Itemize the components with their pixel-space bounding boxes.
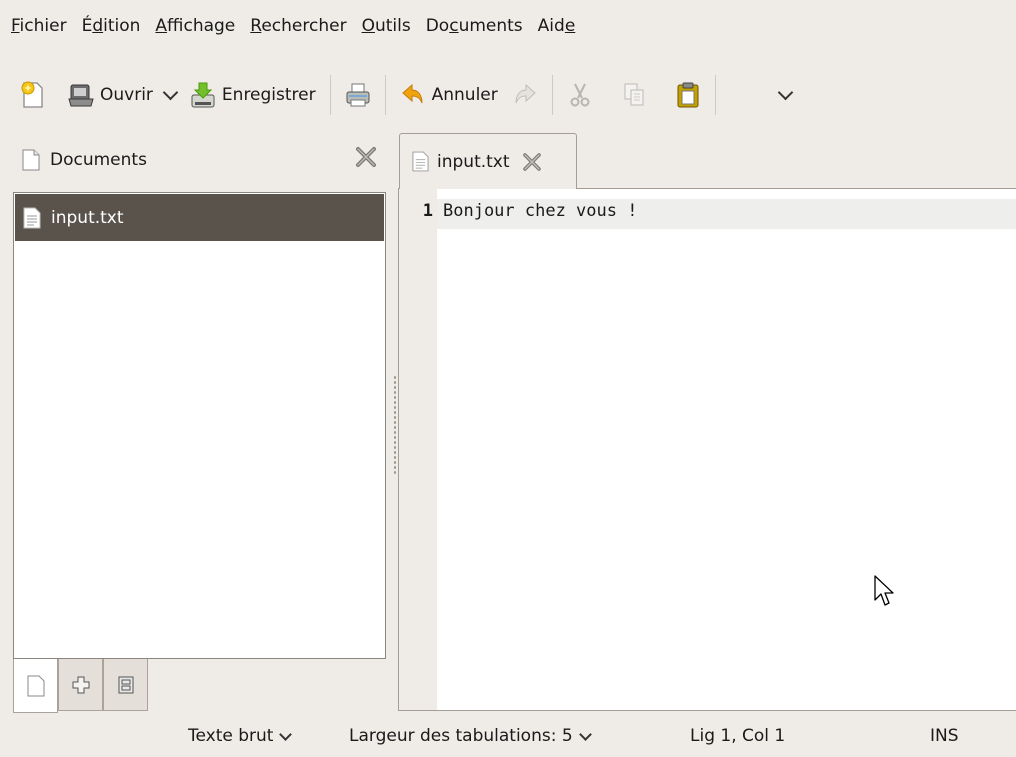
print-button[interactable]: [345, 71, 371, 119]
redo-icon: [515, 83, 536, 104]
toolbar-separator: [551, 75, 553, 115]
editor-tab[interactable]: input.txt: [399, 133, 577, 189]
tab-width-label: Largeur des tabulations: 5: [349, 726, 573, 746]
mouse-pointer-icon: [874, 575, 894, 606]
menu-label: ition: [103, 16, 141, 36]
menu-mnemonic: O: [361, 16, 375, 36]
undo-button[interactable]: Annuler: [400, 71, 498, 119]
menu-label: Aid: [537, 16, 565, 36]
tab-width-selector[interactable]: Largeur des tabulations: 5: [349, 726, 592, 746]
print-icon: [346, 83, 370, 107]
editor-tab-label: input.txt: [437, 151, 510, 172]
text-file-icon: [23, 207, 41, 228]
plus-icon: [72, 676, 89, 693]
paste-button[interactable]: [675, 71, 701, 119]
undo-button-label: Annuler: [431, 85, 498, 105]
cut-button[interactable]: [567, 71, 593, 119]
open-folder-icon: [68, 84, 94, 107]
new-document-button[interactable]: [20, 71, 46, 119]
menu-documents[interactable]: Documents: [425, 12, 524, 40]
menu-mnemonic: c: [449, 16, 459, 36]
status-bar: Texte brut Largeur des tabulations: 5 Li…: [0, 716, 1016, 757]
menu-mnemonic: F: [11, 16, 20, 36]
text-file-icon: [412, 151, 429, 172]
menu-mnemonic: d: [92, 16, 104, 36]
tab-documents[interactable]: [13, 659, 58, 713]
menu-rechercher[interactable]: Rechercher: [249, 12, 347, 40]
toolbar-separator: [329, 75, 331, 115]
cut-icon: [570, 83, 590, 107]
menu-label: Do: [425, 16, 450, 36]
menu-fichier[interactable]: Fichier: [10, 12, 68, 40]
toolbar-overflow-chevron-icon[interactable]: [777, 84, 794, 100]
menu-mnemonic: R: [250, 16, 262, 36]
document-list-item[interactable]: input.txt: [15, 194, 384, 241]
menu-edition[interactable]: Édition: [81, 12, 142, 40]
menubar: Fichier Édition Affichage Rechercher Out…: [0, 0, 1016, 52]
language-selector[interactable]: Texte brut: [188, 726, 293, 746]
menu-label: ffichage: [167, 16, 236, 36]
tab-file-browser[interactable]: [58, 659, 103, 711]
insert-mode-indicator: INS: [930, 726, 959, 746]
text-editor[interactable]: 1 Bonjour chez vous !: [398, 188, 1016, 711]
save-icon: [191, 82, 215, 108]
menu-label: ichier: [19, 16, 67, 36]
copy-icon: [624, 83, 644, 106]
menu-affichage[interactable]: Affichage: [154, 12, 236, 40]
side-panel-title: Documents: [50, 150, 147, 170]
menu-outils[interactable]: Outils: [361, 12, 412, 40]
close-side-panel-icon[interactable]: [355, 146, 377, 168]
chevron-down-icon: [279, 727, 293, 741]
toolbar-separator: [714, 75, 716, 115]
recent-files-dropdown-icon[interactable]: [162, 84, 179, 100]
tab-snippets[interactable]: [103, 659, 148, 711]
open-button[interactable]: Ouvrir: [68, 71, 153, 119]
paste-icon: [677, 82, 699, 108]
document-icon: [27, 675, 44, 696]
side-panel-tabs: [13, 659, 148, 713]
document-list: input.txt: [13, 192, 386, 659]
chevron-down-icon: [578, 727, 592, 741]
menu-label: É: [81, 16, 93, 36]
menu-aide[interactable]: Aide: [537, 12, 577, 40]
document-name: input.txt: [51, 207, 124, 228]
cursor-position-label: Lig 1, Col 1: [690, 726, 786, 746]
open-button-label: Ouvrir: [100, 85, 153, 105]
line-number: 1: [422, 201, 433, 221]
redo-button[interactable]: [512, 71, 538, 119]
menu-mnemonic: A: [155, 16, 168, 36]
save-button-label: Enregistrer: [221, 85, 316, 105]
insert-mode-label: INS: [930, 726, 959, 746]
menu-mnemonic: e: [564, 16, 576, 36]
language-label: Texte brut: [188, 726, 274, 746]
document-icon: [22, 149, 40, 171]
copy-button[interactable]: [621, 71, 647, 119]
undo-icon: [401, 83, 423, 104]
save-button[interactable]: Enregistrer: [190, 71, 316, 119]
toolbar: Ouvrir Enregistrer Annuler: [0, 60, 1016, 130]
line-number-gutter: 1: [399, 189, 437, 710]
menu-label: utils: [374, 16, 411, 36]
toolbar-separator: [384, 75, 386, 115]
menu-label: uments: [458, 16, 523, 36]
cabinet-icon: [118, 676, 133, 693]
cursor-position: Lig 1, Col 1: [690, 726, 785, 746]
menu-label: echercher: [261, 16, 347, 36]
code-line: Bonjour chez vous !: [443, 201, 638, 221]
side-panel-header: Documents: [0, 134, 392, 186]
new-document-icon: [21, 81, 43, 108]
close-tab-icon[interactable]: [522, 152, 542, 172]
pane-splitter-handle[interactable]: [393, 375, 397, 475]
